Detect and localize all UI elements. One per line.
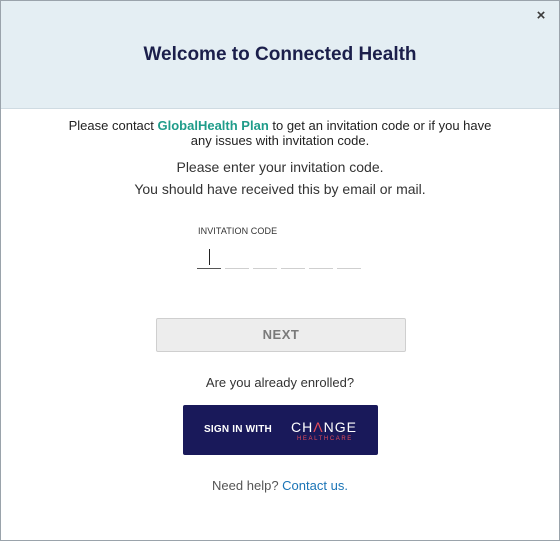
contact-us-link[interactable]: Contact us. [282,478,348,493]
code-digit-6[interactable] [337,248,361,269]
code-digit-2[interactable] [225,248,249,269]
contact-message: Please contact GlobalHealth Plan to get … [1,118,559,148]
help-prefix: Need help? [212,478,283,493]
invitation-code-label: INVITATION CODE [198,226,278,236]
plan-name-link[interactable]: GlobalHealth Plan [158,118,269,133]
text-caret [209,249,210,265]
change-healthcare-logo: CHΛNGE [291,419,357,435]
code-digit-5[interactable] [309,248,333,269]
sign-in-change-healthcare-button[interactable]: SIGN IN WITH CHΛNGE HEALTHCARE [183,405,378,455]
welcome-dialog: Welcome to Connected Health × Please con… [0,0,560,541]
dialog-header: Welcome to Connected Health × [1,1,559,109]
sign-in-label: SIGN IN WITH [204,424,272,435]
next-button[interactable]: NEXT [156,318,406,352]
instruction-line-1: Please enter your invitation code. [176,159,384,175]
dialog-title: Welcome to Connected Health [143,44,417,65]
help-text: Need help? Contact us. [1,478,559,493]
enrolled-question: Are you already enrolled? [205,375,355,390]
change-healthcare-logo-sub: HEALTHCARE [297,436,353,442]
code-digit-3[interactable] [253,248,277,269]
contact-prefix: Please contact [68,118,158,133]
instruction-line-2: You should have received this by email o… [134,181,426,197]
code-digit-4[interactable] [281,248,305,269]
close-icon[interactable]: × [533,8,549,24]
